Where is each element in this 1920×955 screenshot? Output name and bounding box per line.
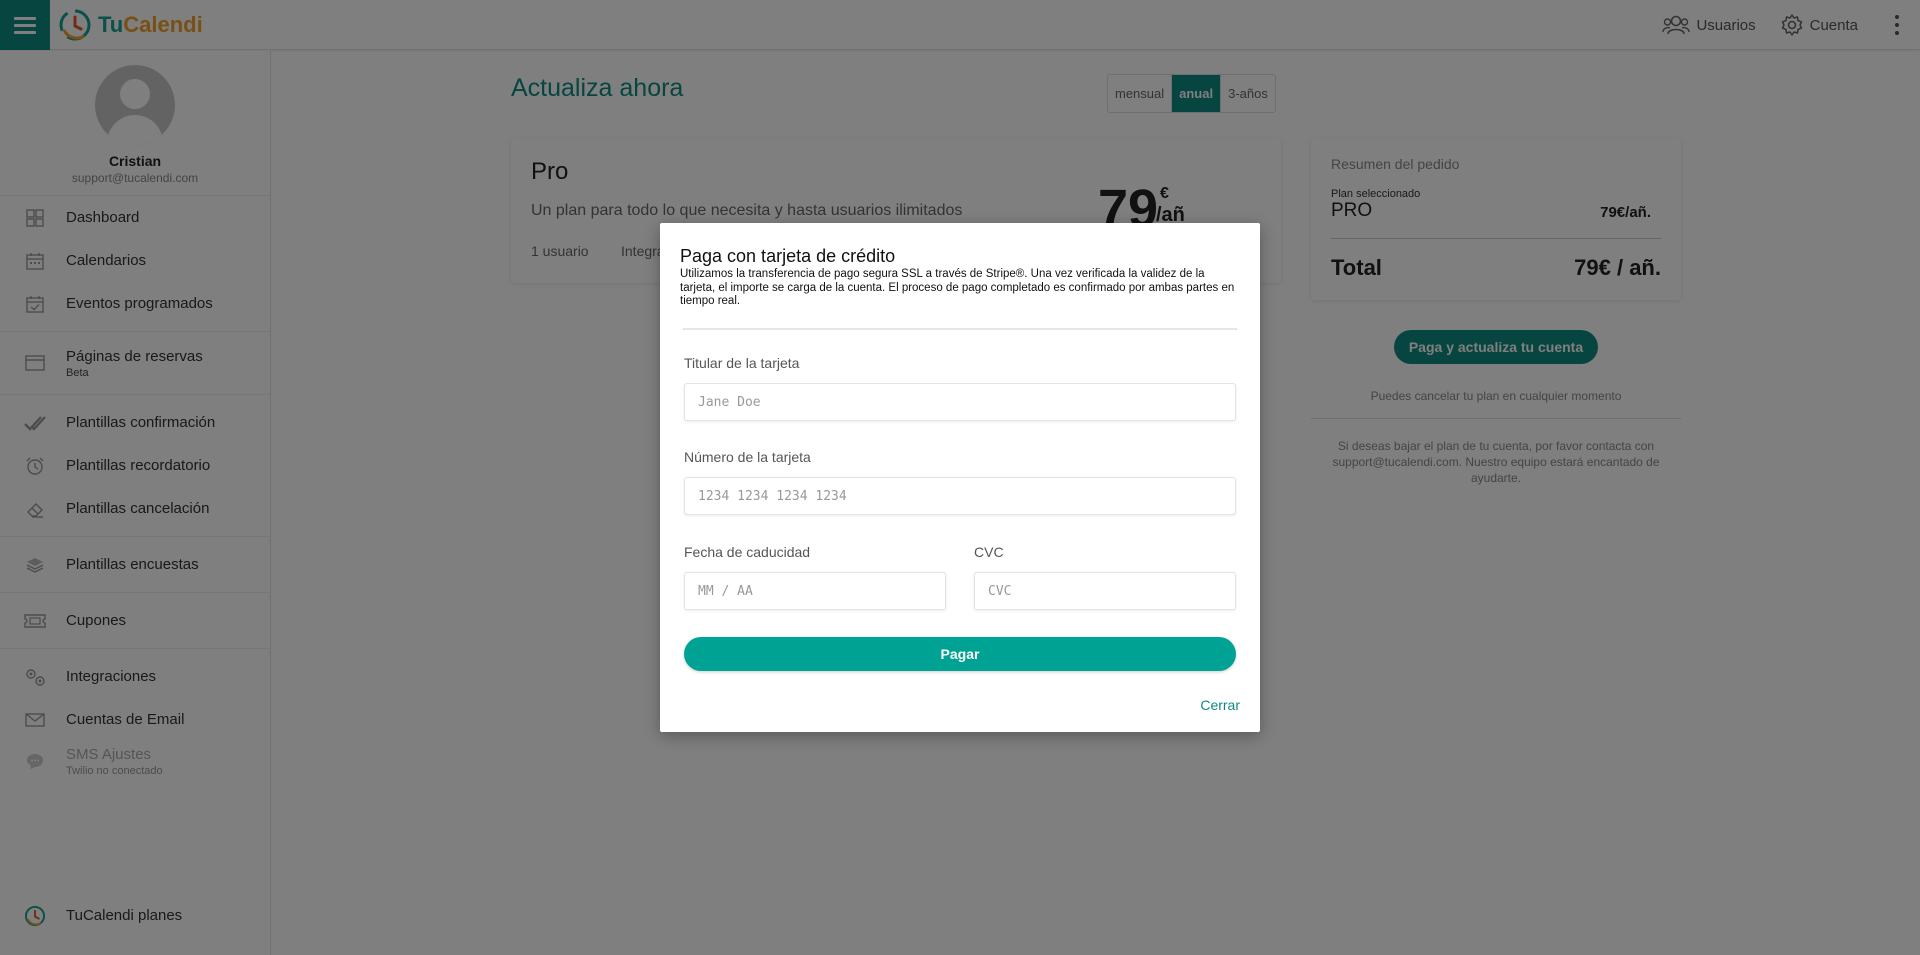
credit-card-modal: Paga con tarjeta de crédito Utilizamos l… — [660, 223, 1260, 732]
cvc-input[interactable]: CVC — [974, 572, 1236, 610]
modal-title: Paga con tarjeta de crédito — [680, 246, 896, 266]
pay-button[interactable]: Pagar — [684, 637, 1236, 671]
card-number-input[interactable]: 1234 1234 1234 1234 — [684, 477, 1236, 515]
card-holder-input[interactable]: Jane Doe — [684, 383, 1236, 421]
expiry-input[interactable]: MM / AA — [684, 572, 946, 610]
cvc-label: CVC — [974, 544, 1004, 560]
divider — [683, 328, 1237, 330]
modal-description: Utilizamos la transferencia de pago segu… — [680, 268, 1235, 307]
card-number-label: Número de la tarjeta — [684, 449, 811, 465]
close-link[interactable]: Cerrar — [1200, 697, 1240, 713]
card-holder-label: Titular de la tarjeta — [684, 355, 800, 371]
expiry-label: Fecha de caducidad — [684, 544, 811, 560]
